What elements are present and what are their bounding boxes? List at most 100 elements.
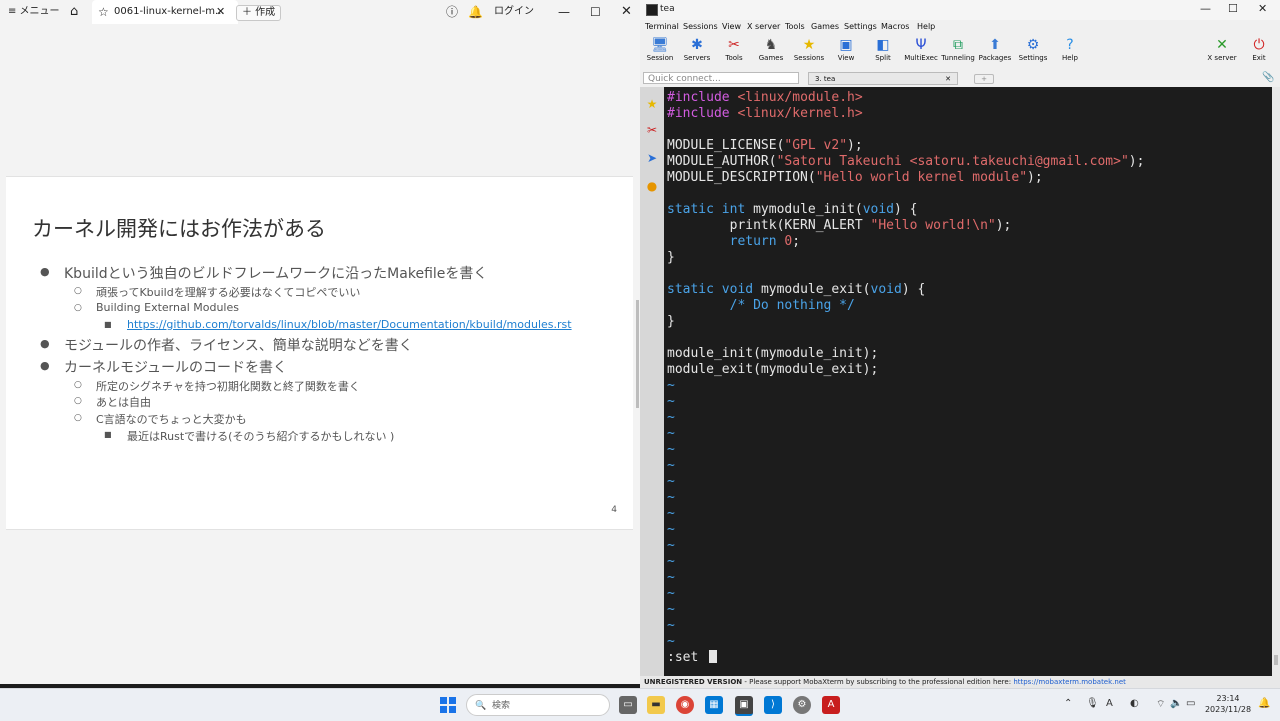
menu-item-settings[interactable]: Settings [844,22,877,31]
close-window-icon[interactable]: ✕ [1258,2,1267,15]
status-label: UNREGISTERED VERSION [644,678,743,686]
code-token: } [667,314,675,329]
new-button[interactable]: ＋ 作成 [236,5,282,21]
servers-button[interactable]: ✱ Servers [677,36,717,62]
toolbar-label: Settings [1018,54,1048,62]
close-tab-icon[interactable]: ✕ [216,0,225,24]
tab-title: 0061-linux-kernel-m... [114,6,225,17]
session-button[interactable]: 🖥 Session [640,36,680,62]
terminal[interactable]: #include <linux/module.h> #include <linux… [664,87,1272,676]
chrome-icon[interactable]: ◉ [676,696,694,714]
empty-line-marker: ~ [667,378,675,393]
battery-icon[interactable]: ▭ [1186,698,1195,709]
scrollbar[interactable] [636,300,639,408]
tools-button[interactable]: ✂ Tools [714,36,754,62]
menu-item-view[interactable]: View [722,22,741,31]
settings-button[interactable]: ⚙ Settings [1013,36,1053,62]
quick-connect-input[interactable]: Quick connect... [643,72,799,84]
code-token: static [667,282,722,297]
menu-item-sessions[interactable]: Sessions [683,22,718,31]
scrollbar[interactable] [1272,87,1280,676]
tunneling-button[interactable]: ⧉ Tunneling [938,36,978,62]
view-button[interactable]: ▣ View [826,36,866,62]
bell-icon[interactable]: 🔔 [468,0,483,24]
login-button[interactable]: ログイン [494,0,534,24]
code-token: void [721,282,761,297]
folder-icon[interactable]: ▬ [647,696,665,714]
help-button[interactable]: ? Help [1050,36,1090,62]
x-server-button[interactable]: ✕ X server [1202,36,1242,62]
code-line: #include <linux/kernel.h> [667,106,863,122]
code-token: return [667,234,785,249]
bullet-marker: ■ [104,320,112,329]
wifi-icon[interactable]: ⌔ [1156,698,1165,711]
packages-button[interactable]: ⬆ Packages [975,36,1015,62]
new-tab-icon[interactable]: + [974,74,994,84]
multiexec-button[interactable]: Ψ MultiExec [901,36,941,62]
chevron-up-icon[interactable]: ⌃ [1064,698,1072,709]
games-button[interactable]: ♞ Games [751,36,791,62]
terminal-titlebar: tea — ☐ ✕ [640,0,1280,20]
star-icon[interactable]: ☆ [98,0,109,24]
ime-mode-icon[interactable]: ◐ [1130,698,1139,709]
toolbar-label: Tunneling [941,54,975,62]
start-icon[interactable] [440,697,456,713]
notification-icon[interactable]: 🔔 [1258,698,1270,709]
tab-session[interactable]: 3. tea ✕ [808,72,958,85]
star-icon[interactable]: ★ [645,97,659,111]
status-link[interactable]: https://mobaxterm.mobatek.net [1013,678,1126,686]
app-icon[interactable]: ⚙ [793,696,811,714]
exit-button[interactable]: ⏻ Exit [1239,36,1279,62]
split-button[interactable]: ◧ Split [863,36,903,62]
bullet-marker: ● [40,337,50,350]
tools-icon[interactable]: ✂ [645,123,659,137]
microphone-icon[interactable]: 🎙 [1086,698,1099,709]
browser-window: ≡ メニュー ⌂ ☆ 0061-linux-kernel-m... ✕ ＋ 作成… [0,0,640,684]
menu-item-x-server[interactable]: X server [747,22,780,31]
menu-item-games[interactable]: Games [811,22,839,31]
sessions-button[interactable]: ★ Sessions [789,36,829,62]
clock-date: 2023/11/28 [1204,705,1252,714]
taskbar: 🔍 検索 ▭ ▬ ◉ ▦ ▣ ⟩ ⚙ A ⌃ 🎙 A ◐ ⌔ 🔈 ▭ 23:14… [0,688,1280,721]
mobaxterm-icon[interactable]: ▣ [735,696,753,716]
clock[interactable]: 23:14 2023/11/28 [1200,693,1256,715]
slide-link[interactable]: https://github.com/torvalds/linux/blob/m… [127,318,572,331]
toolbar-label: Session [646,54,674,62]
menu-item-tools[interactable]: Tools [785,22,805,31]
home-icon[interactable]: ⌂ [70,0,78,24]
command-line[interactable]: :set [667,650,718,666]
task-view-icon[interactable]: ▭ [619,696,637,714]
empty-line-marker: ~ [667,490,675,505]
help-icon[interactable]: ⓘ [446,0,458,24]
multiexec-icon: Ψ [915,37,927,53]
maximize-icon[interactable]: ☐ [1228,2,1238,15]
menu-button[interactable]: ≡ メニュー [8,0,60,24]
toolbar-label: Help [1062,54,1078,62]
bullet-text: カーネルモジュールのコードを書く [64,360,288,376]
maximize-icon[interactable]: ☐ [590,0,601,24]
menu-item-macros[interactable]: Macros [881,22,909,31]
minimize-icon[interactable]: — [558,0,570,24]
bullet-text: 所定のシグネチャを持つ初期化関数と終了関数を書く [96,380,360,393]
menu-item-terminal[interactable]: Terminal [645,22,679,31]
code-line: MODULE_DESCRIPTION("Hello world kernel m… [667,170,1043,186]
code-token: MODULE_LICENSE( [667,138,785,153]
store-icon[interactable]: ▦ [705,696,723,714]
vscode-icon[interactable]: ⟩ [764,696,782,714]
search-input[interactable]: 🔍 検索 [466,694,610,716]
empty-line-marker: ~ [667,538,675,553]
macro-icon[interactable]: ● [645,179,659,193]
toolbar-label: Exit [1252,54,1266,62]
volume-icon[interactable]: 🔈 [1170,698,1182,709]
send-icon[interactable]: ➤ [645,151,659,165]
scrollbar-thumb[interactable] [1274,655,1278,665]
menu-item-help[interactable]: Help [917,22,935,31]
pdf-icon[interactable]: A [822,696,840,714]
close-tab-icon[interactable]: ✕ [945,73,951,85]
minimize-icon[interactable]: — [1200,2,1211,15]
ime-indicator[interactable]: A [1106,698,1113,709]
tab-document[interactable]: ☆ 0061-linux-kernel-m... ✕ [92,0,238,24]
empty-line-marker: ~ [667,570,675,585]
close-window-icon[interactable]: ✕ [621,0,632,24]
paperclip-icon[interactable]: 📎 [1262,72,1274,83]
